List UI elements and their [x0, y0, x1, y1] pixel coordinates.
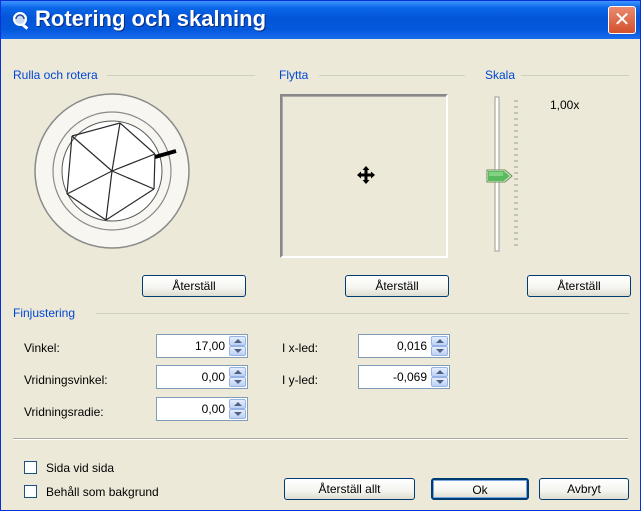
- rotation-dial[interactable]: [32, 91, 192, 251]
- reset-scale-button[interactable]: Återställ: [527, 275, 631, 297]
- title-bar[interactable]: Rotering och skalning ✕: [1, 1, 640, 39]
- rotation-radius-spin-buttons[interactable]: [229, 399, 246, 419]
- window-title: Rotering och skalning: [35, 6, 267, 31]
- rotation-radius-down-icon[interactable]: [229, 409, 246, 419]
- fine-tune-group-line: [96, 313, 629, 314]
- y-offset-label: I y-led:: [282, 373, 319, 387]
- rotation-radius-label: Vridningsradie:: [24, 405, 104, 419]
- reset-move-button[interactable]: Återställ: [345, 275, 449, 297]
- angle-label: Vinkel:: [24, 341, 60, 355]
- x-offset-label: I x-led:: [282, 341, 319, 355]
- x-offset-spinner[interactable]: [358, 334, 450, 358]
- angle-down-icon[interactable]: [229, 346, 246, 356]
- reset-roll-button[interactable]: Återställ: [142, 275, 246, 297]
- bottom-separator: [13, 438, 628, 440]
- rotation-angle-label: Vridningsvinkel:: [24, 373, 108, 387]
- rotation-angle-up-icon[interactable]: [229, 367, 246, 377]
- rotation-angle-input[interactable]: [159, 368, 227, 386]
- move-pad[interactable]: [280, 94, 448, 258]
- move-group-line: [319, 75, 465, 76]
- fine-tune-group-label: Finjustering: [13, 306, 76, 320]
- rotation-radius-input[interactable]: [159, 400, 227, 418]
- slider-thumb: [486, 169, 513, 183]
- angle-spinner[interactable]: [156, 334, 248, 358]
- x-offset-spin-buttons[interactable]: [431, 336, 448, 356]
- reset-all-button[interactable]: Återställ allt: [284, 478, 415, 500]
- angle-up-icon[interactable]: [229, 336, 246, 346]
- rotate-tool-icon: [13, 12, 29, 30]
- y-offset-input[interactable]: [361, 368, 429, 386]
- side-by-side-label[interactable]: Sida vid sida: [46, 461, 114, 475]
- rotation-radius-up-icon[interactable]: [229, 399, 246, 409]
- move-group-label: Flytta: [279, 68, 309, 82]
- y-offset-down-icon[interactable]: [431, 377, 448, 387]
- x-offset-up-icon[interactable]: [431, 336, 448, 346]
- rotation-angle-down-icon[interactable]: [229, 377, 246, 387]
- angle-spin-buttons[interactable]: [229, 336, 246, 356]
- scale-value: 1,00x: [550, 98, 580, 112]
- rotation-angle-spinner[interactable]: [156, 365, 248, 389]
- y-offset-up-icon[interactable]: [431, 367, 448, 377]
- rotation-radius-spinner[interactable]: [156, 397, 248, 421]
- roll-rotate-group-label: Rulla och rotera: [13, 68, 98, 82]
- close-icon[interactable]: ✕: [608, 6, 636, 34]
- rotation-angle-spin-buttons[interactable]: [229, 367, 246, 387]
- cancel-button[interactable]: Avbryt: [539, 478, 629, 500]
- dialog-window: Rotering och skalning ✕ Rulla och rotera…: [0, 0, 641, 511]
- x-offset-input[interactable]: [361, 337, 429, 355]
- keep-background-checkbox[interactable]: [24, 485, 37, 498]
- keep-background-label[interactable]: Behåll som bakgrund: [46, 485, 159, 499]
- y-offset-spin-buttons[interactable]: [431, 367, 448, 387]
- side-by-side-checkbox[interactable]: [24, 461, 37, 474]
- angle-input[interactable]: [159, 337, 227, 355]
- scale-slider[interactable]: [485, 95, 529, 255]
- x-offset-down-icon[interactable]: [431, 346, 448, 356]
- scale-group-line: [521, 75, 629, 76]
- move-cross-icon: [357, 166, 375, 184]
- scale-group-label: Skala: [485, 68, 516, 82]
- ok-button[interactable]: Ok: [431, 478, 529, 500]
- y-offset-spinner[interactable]: [358, 365, 450, 389]
- roll-group-line: [107, 75, 255, 76]
